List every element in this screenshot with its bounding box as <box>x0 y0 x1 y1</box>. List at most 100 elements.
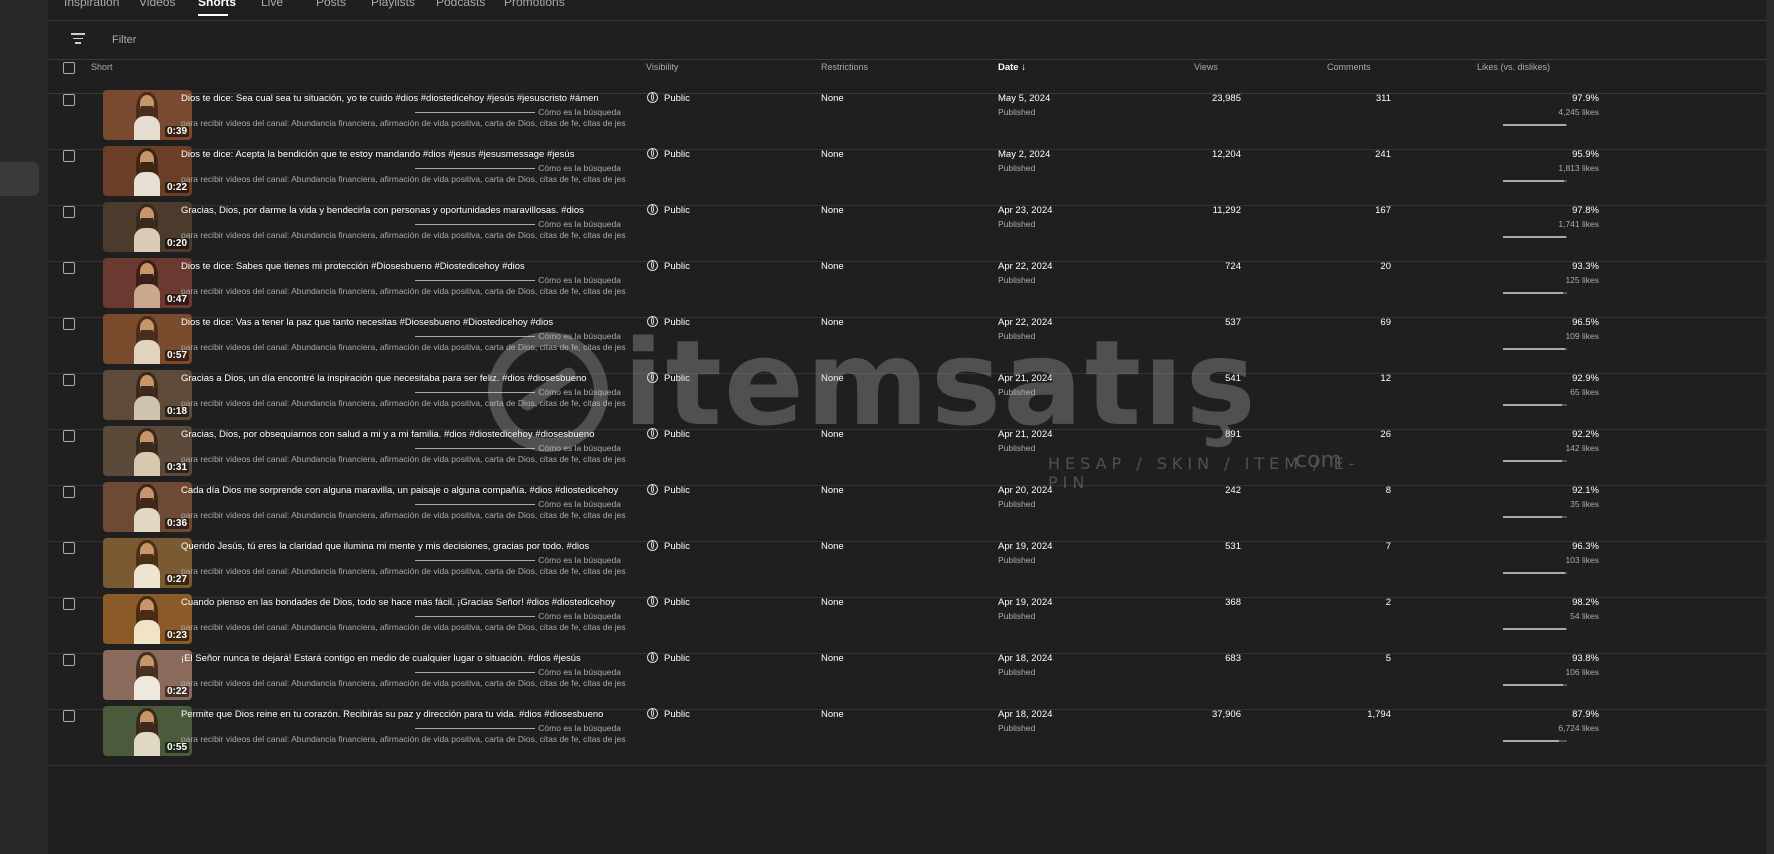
row-checkbox[interactable] <box>63 542 75 554</box>
video-description-line2: para recibir videos del canal: Abundanci… <box>181 398 626 408</box>
row-checkbox[interactable] <box>63 374 75 386</box>
row-checkbox[interactable] <box>63 486 75 498</box>
globe-icon <box>647 596 658 607</box>
video-title[interactable]: Permite que Dios reine en tu corazón. Re… <box>181 709 636 720</box>
video-thumbnail[interactable]: 0:47 <box>103 258 192 308</box>
video-thumbnail[interactable]: 0:31 <box>103 426 192 476</box>
row-checkbox[interactable] <box>63 318 75 330</box>
visibility-value[interactable]: Public <box>664 205 690 216</box>
scrollbar[interactable] <box>1766 0 1774 854</box>
table-row[interactable]: 0:27 Querido Jesús, tú eres la claridad q… <box>48 538 1772 598</box>
visibility-value[interactable]: Public <box>664 93 690 104</box>
visibility-value[interactable]: Public <box>664 541 690 552</box>
row-checkbox[interactable] <box>63 94 75 106</box>
visibility-value[interactable]: Public <box>664 597 690 608</box>
views-value: 531 <box>1225 541 1241 552</box>
table-row[interactable]: 0:18 Gracias a Dios, un día encontré la i… <box>48 370 1772 430</box>
column-views[interactable]: Views <box>1194 62 1218 72</box>
column-date-label: Date <box>998 62 1019 73</box>
likes-ratio-fill <box>1503 740 1560 742</box>
date-value: Apr 23, 2024 <box>998 205 1053 216</box>
thumbnail-figure <box>131 482 163 532</box>
video-thumbnail[interactable]: 0:22 <box>103 146 192 196</box>
video-thumbnail[interactable]: 0:27 <box>103 538 192 588</box>
tab-promotions[interactable]: Promotions <box>504 0 565 9</box>
select-all-checkbox[interactable] <box>63 62 75 74</box>
visibility-value[interactable]: Public <box>664 653 690 664</box>
row-checkbox[interactable] <box>63 430 75 442</box>
row-checkbox[interactable] <box>63 150 75 162</box>
visibility-value[interactable]: Public <box>664 373 690 384</box>
video-title[interactable]: Gracias a Dios, un día encontré la inspi… <box>181 373 636 384</box>
sidebar-selected-item[interactable] <box>0 162 39 196</box>
table-row[interactable]: 0:23 Cuando pienso en las bondades de Dio… <box>48 594 1772 654</box>
likes-count: 103 likes <box>1565 555 1599 565</box>
video-title[interactable]: Gracias, Dios, por obsequiarnos con salu… <box>181 429 636 440</box>
tab-posts[interactable]: Posts <box>316 0 346 9</box>
filter-bar: Filter <box>48 20 1772 60</box>
thumbnail-figure <box>131 314 163 364</box>
video-title[interactable]: Querido Jesús, tú eres la claridad que i… <box>181 541 636 552</box>
video-title[interactable]: Dios te dice: Sea cual sea tu situación,… <box>181 93 636 104</box>
visibility-value[interactable]: Public <box>664 709 690 720</box>
video-title[interactable]: Gracias, Dios, por darme la vida y bende… <box>181 205 636 216</box>
table-row[interactable]: 0:39 Dios te dice: Sea cual sea tu situac… <box>48 90 1772 150</box>
table-row[interactable]: 0:47 Dios te dice: Sabes que tienes mi pr… <box>48 258 1772 318</box>
row-checkbox[interactable] <box>63 206 75 218</box>
tab-podcasts[interactable]: Podcasts <box>436 0 485 9</box>
video-thumbnail[interactable]: 0:18 <box>103 370 192 420</box>
column-date[interactable]: Date ↓ <box>998 62 1026 73</box>
tab-inspiration[interactable]: Inspiration <box>64 0 119 9</box>
likes-ratio-fill <box>1503 516 1562 518</box>
row-checkbox[interactable] <box>63 598 75 610</box>
video-thumbnail[interactable]: 0:39 <box>103 90 192 140</box>
video-thumbnail[interactable]: 0:20 <box>103 202 192 252</box>
tab-shorts[interactable]: Shorts <box>198 0 236 9</box>
table-row[interactable]: 0:55 Permite que Dios reine en tu corazón… <box>48 706 1772 766</box>
tab-playlists[interactable]: Playlists <box>371 0 415 9</box>
column-comments[interactable]: Comments <box>1327 62 1371 72</box>
visibility-value[interactable]: Public <box>664 485 690 496</box>
visibility-value[interactable]: Public <box>664 317 690 328</box>
video-title[interactable]: Dios te dice: Vas a tener la paz que tan… <box>181 317 636 328</box>
column-restrictions[interactable]: Restrictions <box>821 62 868 72</box>
table-row[interactable]: 0:31 Gracias, Dios, por obsequiarnos con … <box>48 426 1772 486</box>
column-likes[interactable]: Likes (vs. dislikes) <box>1477 62 1550 72</box>
table-row[interactable]: 0:22 Dios te dice: Acepta la bendición qu… <box>48 146 1772 206</box>
video-title[interactable]: Cuando pienso en las bondades de Dios, t… <box>181 597 636 608</box>
table-row[interactable]: 0:57 Dios te dice: Vas a tener la paz que… <box>48 314 1772 374</box>
tab-videos[interactable]: Videos <box>139 0 175 9</box>
visibility-value[interactable]: Public <box>664 261 690 272</box>
video-title[interactable]: Cada día Dios me sorprende con alguna ma… <box>181 485 636 496</box>
filter-icon[interactable] <box>70 33 86 47</box>
video-thumbnail[interactable]: 0:55 <box>103 706 192 756</box>
globe-icon <box>647 148 658 159</box>
visibility-value[interactable]: Public <box>664 429 690 440</box>
row-checkbox[interactable] <box>63 654 75 666</box>
row-checkbox[interactable] <box>63 262 75 274</box>
video-title[interactable]: Dios te dice: Acepta la bendición que te… <box>181 149 636 160</box>
row-checkbox[interactable] <box>63 710 75 722</box>
video-thumbnail[interactable]: 0:23 <box>103 594 192 644</box>
likes-ratio-bar <box>1503 460 1567 462</box>
table-row[interactable]: 0:20 Gracias, Dios, por darme la vida y b… <box>48 202 1772 262</box>
restrictions-value: None <box>821 205 844 216</box>
table-row[interactable]: 0:22 ¡El Señor nunca te dejará! Estará co… <box>48 650 1772 710</box>
video-description-line2: para recibir videos del canal: Abundanci… <box>181 566 626 576</box>
video-description-text: Cómo es la búsqueda <box>538 107 621 117</box>
likes-percent: 92.1% <box>1572 485 1599 496</box>
column-visibility[interactable]: Visibility <box>646 62 678 72</box>
globe-icon <box>647 428 658 439</box>
table-row[interactable]: 0:36 Cada día Dios me sorprende con algun… <box>48 482 1772 542</box>
video-thumbnail[interactable]: 0:36 <box>103 482 192 532</box>
video-thumbnail[interactable]: 0:57 <box>103 314 192 364</box>
restrictions-value: None <box>821 317 844 328</box>
video-title[interactable]: Dios te dice: Sabes que tienes mi protec… <box>181 261 636 272</box>
views-value: 37,906 <box>1211 709 1241 720</box>
tab-live[interactable]: Live <box>261 0 283 9</box>
visibility-value[interactable]: Public <box>664 149 690 160</box>
video-thumbnail[interactable]: 0:22 <box>103 650 192 700</box>
filter-input[interactable]: Filter <box>112 34 136 46</box>
video-description-text: Cómo es la búsqueda <box>538 275 621 285</box>
video-title[interactable]: ¡El Señor nunca te dejará! Estará contig… <box>181 653 636 664</box>
